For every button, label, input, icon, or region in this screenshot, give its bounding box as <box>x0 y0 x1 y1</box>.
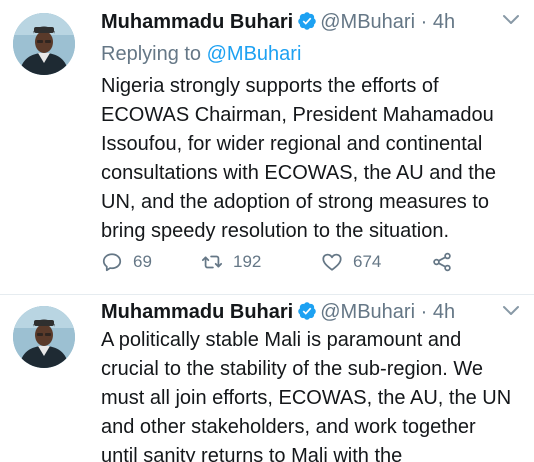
tweet-header: Muhammadu Buhari @MBuhari · 4h <box>101 300 455 324</box>
author-name[interactable]: Muhammadu Buhari <box>101 11 293 33</box>
avatar-image <box>13 306 75 368</box>
separator-dot: · <box>420 11 428 33</box>
mention-link[interactable]: @MBuhari <box>207 43 302 65</box>
verified-badge-icon <box>297 11 317 31</box>
replying-to: Replying to @MBuhari <box>101 43 301 66</box>
tweet-text-line: consultations with ECOWAS, the AU and th… <box>101 162 497 184</box>
like-count: 674 <box>353 252 382 271</box>
retweet-count: 192 <box>233 252 262 271</box>
chevron-down-icon[interactable] <box>502 305 520 317</box>
share-button[interactable] <box>431 251 453 273</box>
tweet-text: Nigeria strongly supports the efforts of… <box>101 72 521 246</box>
tweet-text-line: A politically stable Mali is paramount a… <box>101 329 462 351</box>
separator-dot: · <box>420 301 428 323</box>
chevron-down-icon[interactable] <box>502 14 520 26</box>
share-icon <box>433 252 451 272</box>
author-handle[interactable]: @MBuhari <box>320 301 415 323</box>
tweet-text-line: until sanity returns to Mali with the <box>101 445 403 462</box>
avatar-image <box>13 13 75 75</box>
tweet-text-line: ECOWAS Chairman, President Mahamadou <box>101 104 494 126</box>
reply-icon <box>102 253 122 272</box>
tweet-text-line: crucial to the stability of the sub-regi… <box>101 358 484 380</box>
heart-icon <box>322 253 342 271</box>
tweet-timestamp[interactable]: 4h <box>433 301 455 323</box>
tweet-timestamp[interactable]: 4h <box>433 11 455 33</box>
tweet-text-line: Issoufou, for wider regional and contine… <box>101 133 483 155</box>
author-handle[interactable]: @MBuhari <box>320 11 415 33</box>
tweet-text-line: Nigeria strongly supports the efforts of <box>101 75 439 97</box>
reply-count: 69 <box>133 252 152 271</box>
tweet-text: A politically stable Mali is paramount a… <box>101 326 521 462</box>
tweet-text-line: and other stakeholders, and work togethe… <box>101 416 476 438</box>
verified-badge-icon <box>297 301 317 321</box>
tweet-actions: 69 192 674 <box>101 251 521 273</box>
retweet-icon <box>201 255 223 269</box>
tweet-header: Muhammadu Buhari @MBuhari · 4h <box>101 10 455 34</box>
author-name[interactable]: Muhammadu Buhari <box>101 301 293 323</box>
avatar[interactable] <box>13 306 75 368</box>
tweet-text-line: bring speedy resolution to the situation… <box>101 220 449 242</box>
tweet[interactable]: Muhammadu Buhari @MBuhari · 4h Replying t… <box>0 0 534 295</box>
avatar[interactable] <box>13 13 75 75</box>
retweet-button[interactable]: 192 <box>201 251 261 273</box>
reply-button[interactable]: 69 <box>101 251 152 273</box>
tweet-text-line: UN, and the adoption of strong measures … <box>101 191 490 213</box>
like-button[interactable]: 674 <box>321 251 381 273</box>
replying-prefix: Replying to <box>101 43 202 65</box>
tweet[interactable]: Muhammadu Buhari @MBuhari · 4h A politica… <box>0 295 534 462</box>
tweet-text-line: must all join efforts, ECOWAS, the AU, t… <box>101 387 512 409</box>
